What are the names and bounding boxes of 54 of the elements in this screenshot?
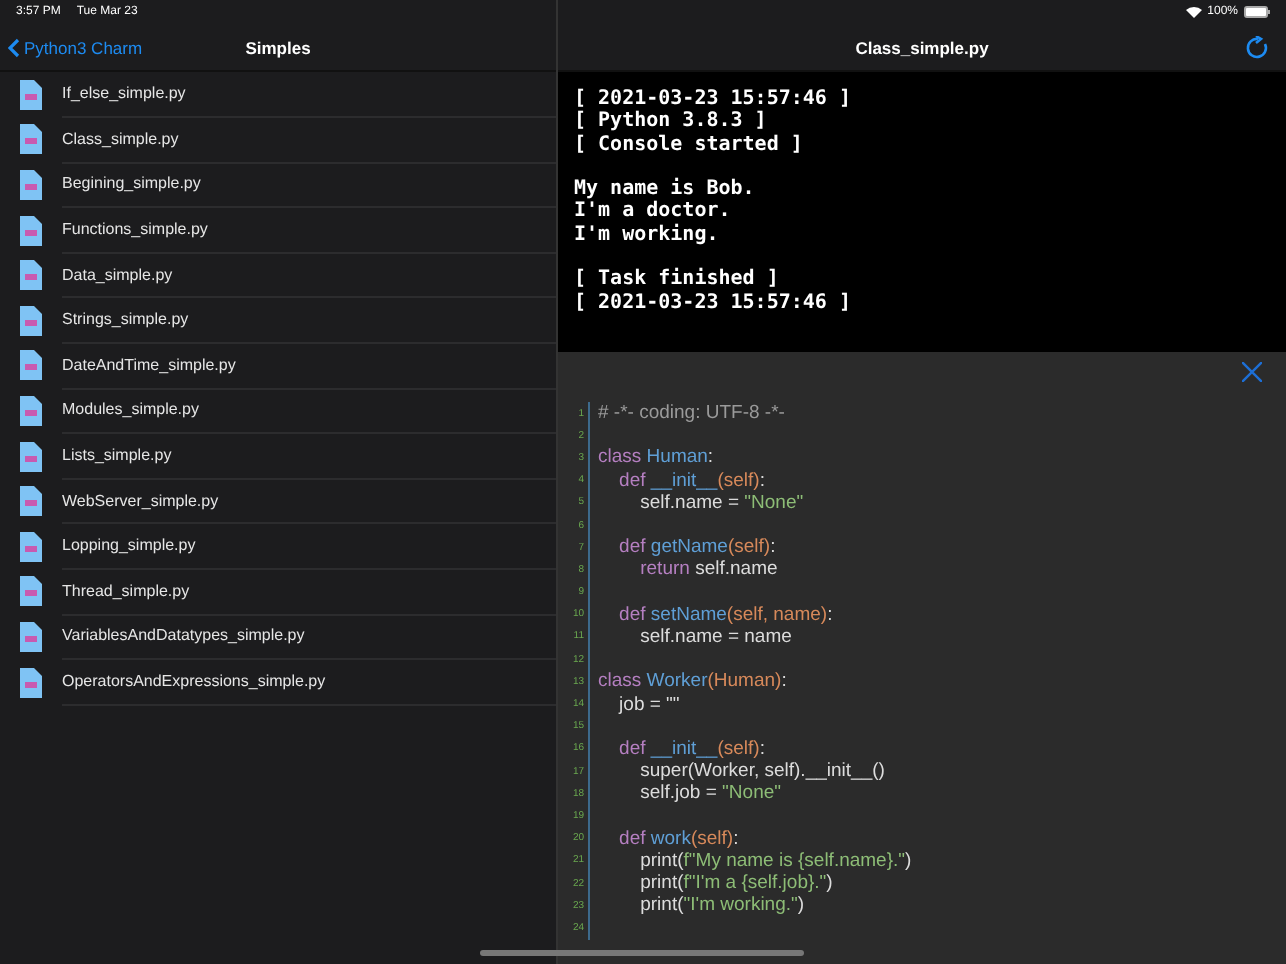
python-file-icon — [20, 621, 42, 652]
code-line: self.job = "None" — [638, 782, 782, 805]
code-line: def work(self): — [617, 827, 739, 850]
code-line: super(Worker, self).__init__() — [638, 760, 885, 783]
file-list-item[interactable]: Data_simple.py — [62, 251, 556, 299]
file-list-item[interactable]: Begining_simple.py — [62, 161, 556, 209]
python-file-icon — [20, 260, 42, 291]
file-list-item[interactable]: Functions_simple.py — [62, 206, 556, 254]
code-line: def setName(self, name): — [617, 603, 833, 626]
python-file-icon — [20, 531, 42, 562]
file-list-item[interactable]: VariablesAndDatatypes_simple.py — [62, 613, 556, 661]
battery-icon — [1244, 6, 1270, 18]
file-list-item[interactable]: OperatorsAndExpressions_simple.py — [62, 658, 556, 706]
code-line: def getName(self): — [617, 536, 776, 559]
console-output: [ 2021-03-23 15:57:46 ] [ Python 3.8.3 ] [ Console started ] My name is Bob. I'm a doctor. I'm working. [ Task finished ] [ 2021-03-23 15:57:46 ] — [558, 72, 1286, 352]
code-line: class Human: — [596, 446, 714, 469]
file-list-item[interactable]: Class_simple.py — [62, 116, 556, 164]
code-line: return self.name — [638, 558, 778, 581]
file-list-item[interactable]: WebServer_simple.py — [62, 477, 556, 525]
code-line: print(f"I'm a {self.job}.") — [638, 872, 833, 895]
file-list-item[interactable]: Thread_simple.py — [62, 568, 556, 616]
file-title: Class_simple.py — [855, 37, 989, 57]
chevron-left-icon — [8, 37, 20, 57]
file-list-item[interactable]: DateAndTime_simple.py — [62, 342, 556, 390]
back-link[interactable]: Python3 Charm — [0, 37, 143, 57]
file-list-item[interactable]: Lopping_simple.py — [62, 522, 556, 571]
python-file-icon — [20, 667, 42, 698]
code-line: self.name = name — [638, 625, 792, 648]
sidebar-title: Simples — [245, 37, 311, 57]
python-file-icon — [20, 350, 42, 381]
python-file-icon — [20, 169, 42, 200]
code-line: self.name = "None" — [638, 491, 804, 514]
code-line: job = "" — [616, 693, 680, 716]
wifi-icon — [1185, 6, 1202, 18]
python-file-icon — [20, 79, 42, 110]
python-file-icon — [20, 215, 42, 246]
python-file-icon — [20, 576, 42, 607]
code-line: def __init__(self): — [617, 737, 765, 760]
python-file-icon — [20, 486, 42, 517]
python-file-icon — [20, 395, 42, 426]
code-line: class Worker(Human): — [596, 670, 787, 693]
close-icon[interactable] — [1242, 362, 1262, 382]
python-file-icon — [20, 441, 42, 472]
python-file-icon — [20, 305, 42, 336]
refresh-icon[interactable] — [1246, 35, 1270, 59]
code-line: def __init__(self): — [617, 469, 765, 492]
code-line: print(f"My name is {self.name}.") — [638, 849, 912, 872]
file-list-item[interactable]: Strings_simple.py — [62, 296, 556, 345]
file-list-item[interactable]: Modules_simple.py — [62, 387, 556, 435]
python-file-icon — [20, 124, 42, 155]
file-list-item[interactable]: Lists_simple.py — [62, 432, 556, 480]
code-line: # -*- coding: UTF-8 -*- — [596, 402, 785, 425]
code-line: print("I'm working.") — [638, 894, 805, 917]
file-list-item[interactable]: If_else_simple.py — [62, 71, 556, 119]
